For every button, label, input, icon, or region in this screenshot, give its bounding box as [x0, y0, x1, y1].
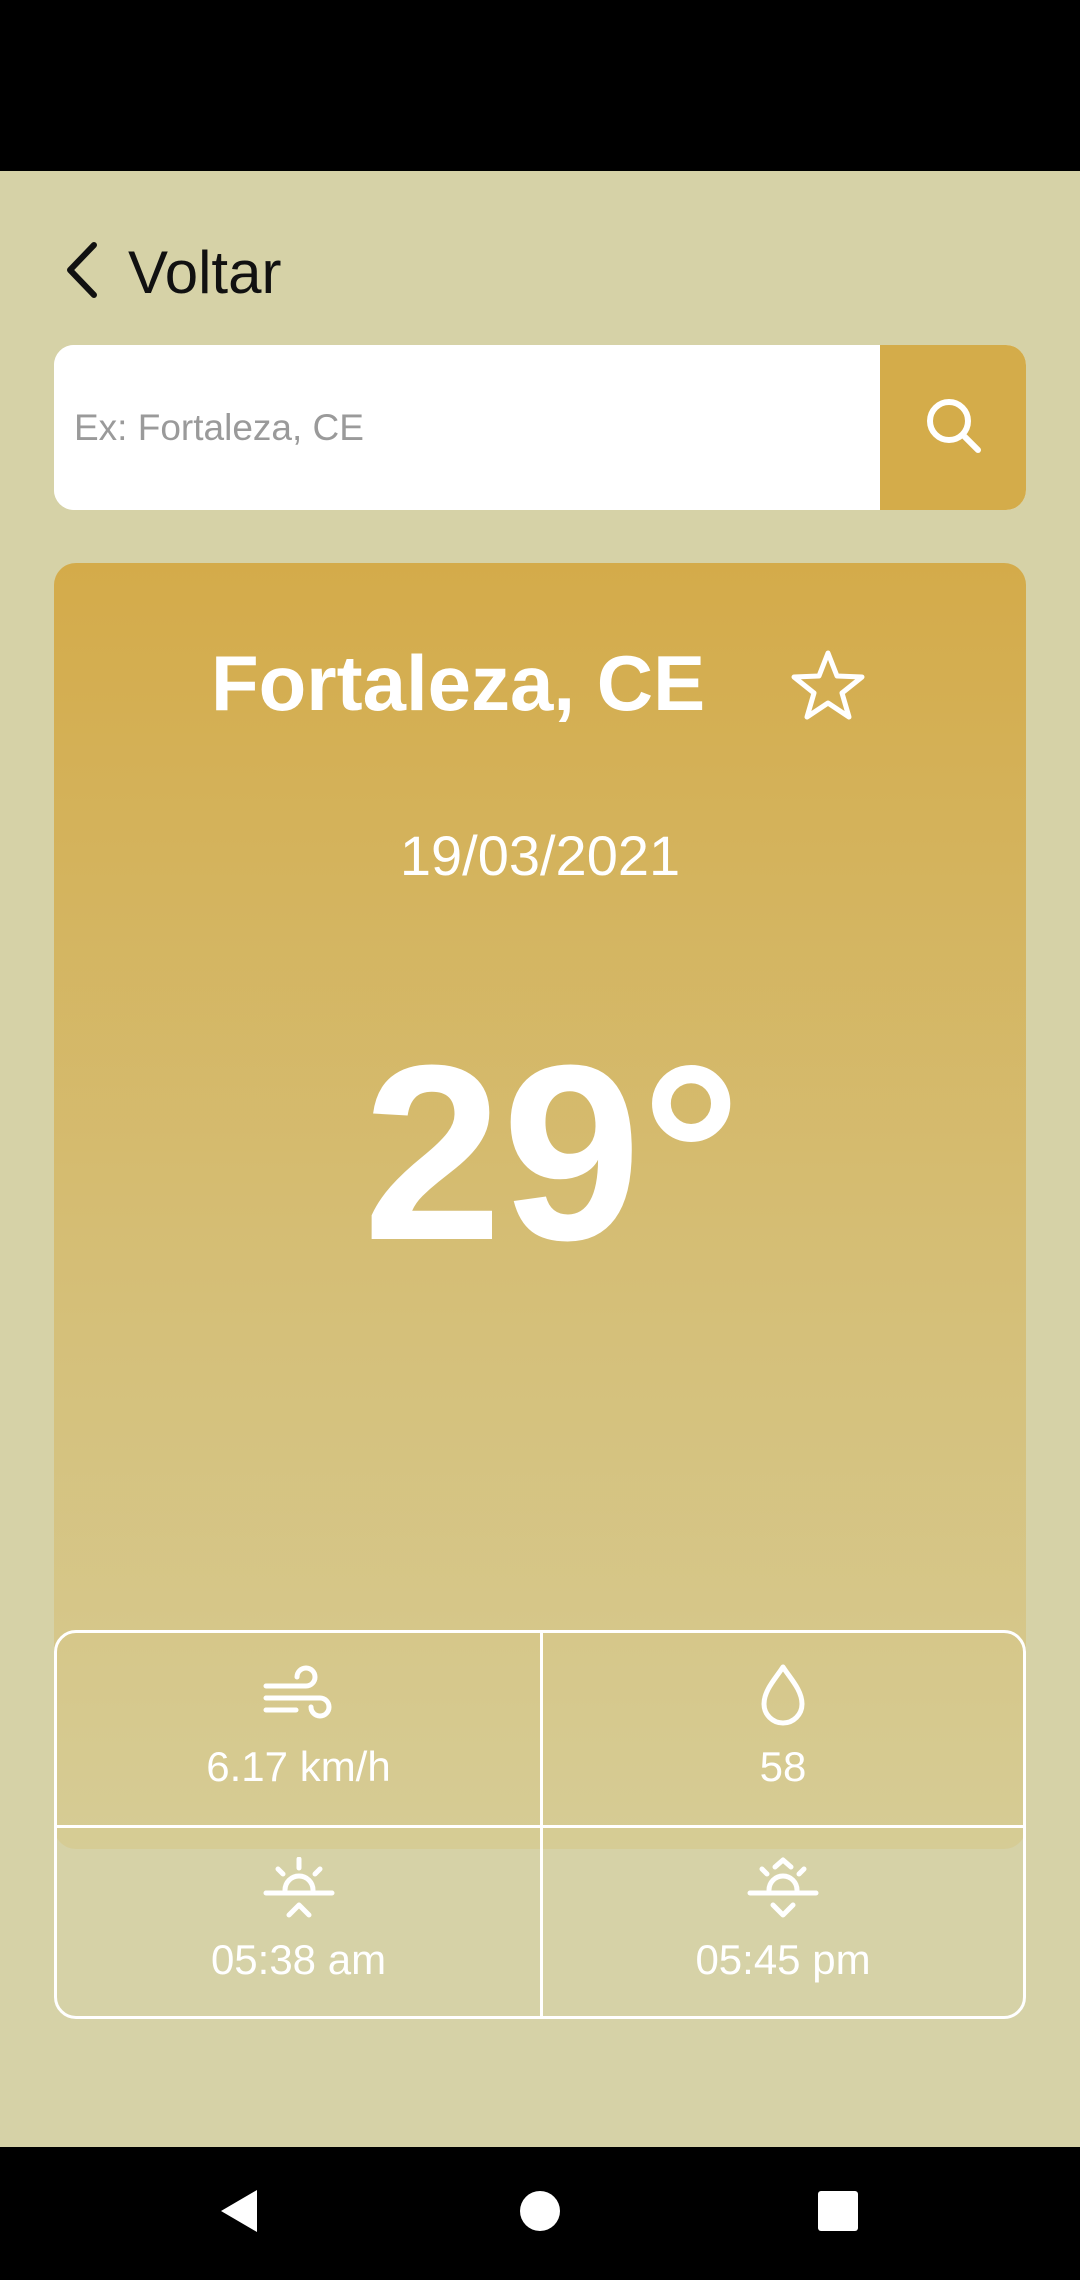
navigation-bar: [0, 2147, 1080, 2280]
wind-icon: [262, 1664, 336, 1733]
sunset-icon: [746, 1857, 820, 1926]
phone-screen: Voltar Fortaleza, CE: [0, 0, 1080, 2280]
sunrise-cell: 05:38 am: [57, 1824, 540, 2017]
humidity-value: 58: [759, 1743, 807, 1791]
water-drop-icon: [746, 1664, 820, 1733]
city-row: Fortaleza, CE: [54, 633, 1026, 733]
square-recents-icon: [813, 2186, 863, 2241]
nav-back-button[interactable]: [180, 2147, 300, 2280]
search-bar: [54, 345, 1026, 510]
search-input[interactable]: [54, 345, 880, 510]
favorite-button[interactable]: [790, 647, 866, 723]
temperature: 29°: [362, 1013, 742, 1292]
status-bar: [0, 0, 1080, 171]
humidity-cell: 58: [540, 1633, 1023, 1825]
sunrise-icon: [262, 1856, 336, 1926]
sunset-time: 05:45 pm: [695, 1936, 871, 1984]
back-label: Voltar: [128, 238, 282, 306]
nav-recents-button[interactable]: [778, 2147, 898, 2280]
weather-date: 19/03/2021: [399, 824, 681, 887]
wind-cell: 6.17 km/h: [57, 1633, 540, 1825]
search-button[interactable]: [880, 345, 1026, 510]
nav-home-button[interactable]: [480, 2147, 600, 2280]
chevron-left-icon: [62, 241, 102, 304]
weather-app: Voltar Fortaleza, CE: [0, 171, 1080, 2147]
back-button[interactable]: Voltar: [62, 227, 281, 317]
city-name: Fortaleza, CE: [211, 639, 706, 727]
sunset-cell: 05:45 pm: [540, 1824, 1023, 2016]
weather-details-grid: 6.17 km/h 58 05:38 am 05:45 pm: [54, 1630, 1026, 2019]
search-icon: [923, 395, 983, 460]
wind-speed: 6.17 km/h: [206, 1743, 391, 1791]
sunrise-time: 05:38 am: [210, 1936, 387, 1984]
star-outline-icon: [790, 650, 866, 727]
triangle-back-icon: [215, 2186, 265, 2241]
circle-home-icon: [515, 2186, 565, 2241]
